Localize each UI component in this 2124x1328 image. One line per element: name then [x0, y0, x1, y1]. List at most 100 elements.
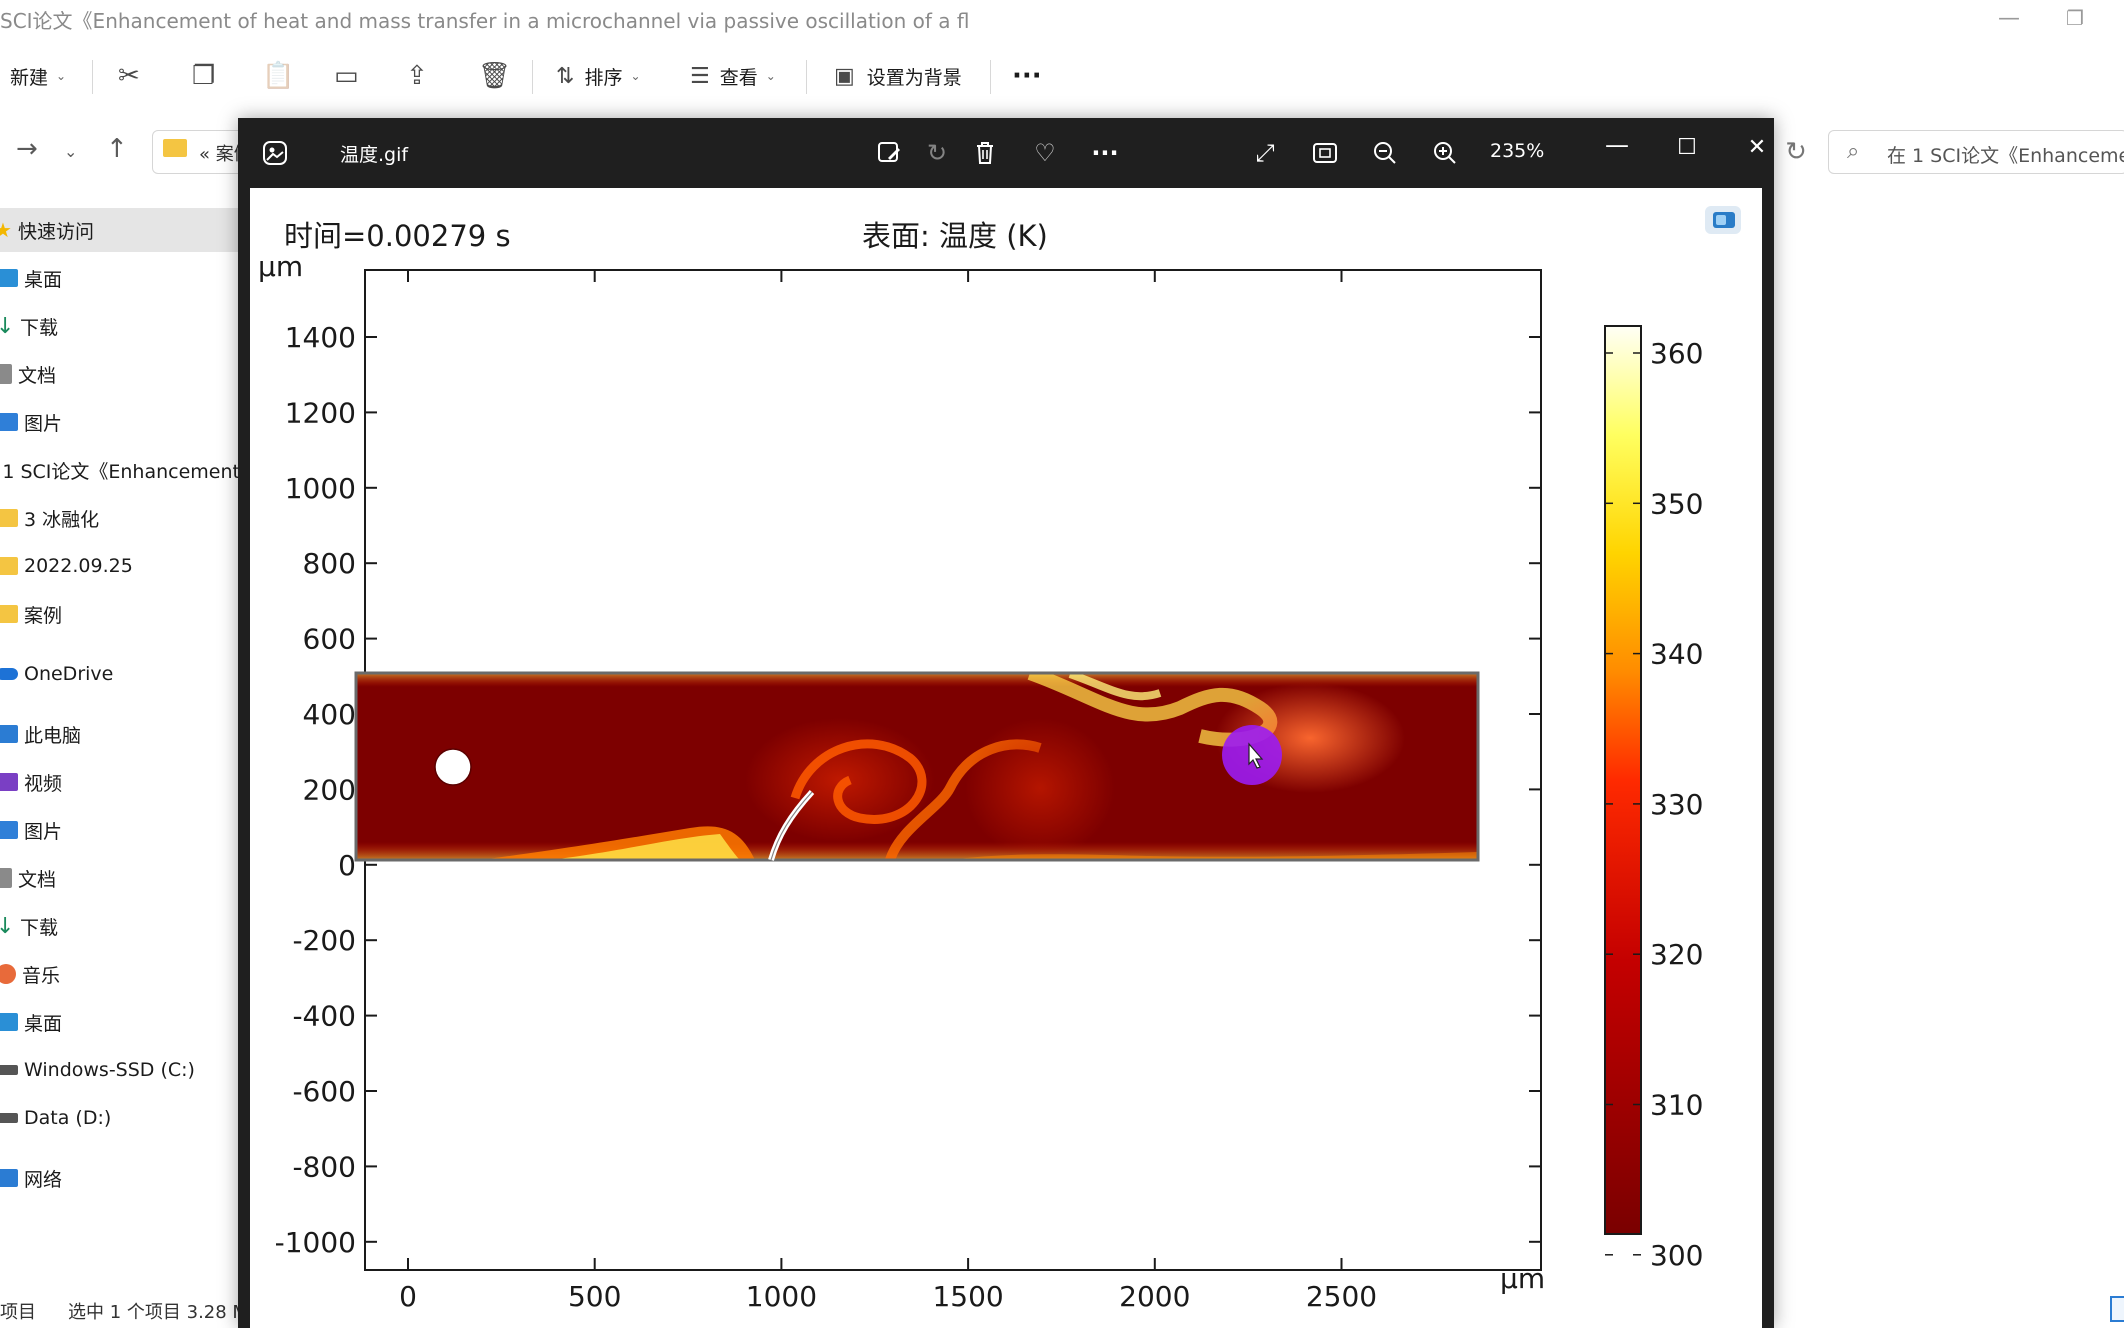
sidebar-item[interactable]: ↓ 下载	[0, 304, 240, 348]
sidebar-item[interactable]: ↓ 下载	[0, 904, 240, 948]
colorbar-tick-label: 350	[1650, 487, 1703, 520]
colorbar-tick-label: 310	[1650, 1089, 1703, 1122]
sidebar-item[interactable]: 2022.09.25	[0, 544, 240, 588]
sidebar-item[interactable]: 文档	[0, 856, 240, 900]
navigation-pane: ★ 快速访问 桌面 ↓ 下载 文档 图片 1 SCI论文《Enhancement 3 冰融化 20…	[0, 200, 240, 1270]
download-icon: ↓	[0, 313, 15, 339]
zoom-out-button[interactable]	[1368, 136, 1402, 170]
forward-arrow-icon[interactable]: →	[16, 134, 38, 164]
wallpaper-icon: ▣	[834, 63, 855, 89]
sidebar-item[interactable]: Windows-SSD (C:)	[0, 1048, 240, 1092]
recent-locations-chevron-icon[interactable]: ⌄	[64, 142, 77, 161]
viewer-minimize-button[interactable]: —	[1600, 128, 1634, 162]
cylinder-obstacle	[434, 748, 472, 786]
sidebar-item[interactable]: 图片	[0, 400, 240, 444]
y-tick-label: -600	[292, 1075, 356, 1108]
sidebar-item[interactable]: 此电脑	[0, 712, 240, 756]
sidebar-item[interactable]: 网络	[0, 1156, 240, 1200]
fit-to-window-button[interactable]	[1308, 136, 1342, 170]
details-view-toggle[interactable]	[2110, 1296, 2124, 1322]
sort-button-label: 排序	[584, 66, 623, 89]
paste-button[interactable]: 📋	[262, 56, 294, 96]
sidebar-item[interactable]: 视频	[0, 760, 240, 804]
expand-icon: ⤢	[1255, 139, 1275, 167]
cut-button[interactable]: ✂	[118, 56, 140, 96]
rename-button[interactable]: ▭	[334, 56, 359, 96]
y-tick-label: -1000	[275, 1226, 356, 1259]
edit-image-button[interactable]	[872, 136, 906, 170]
toolbar-divider	[532, 60, 533, 94]
pictures-icon	[0, 821, 18, 839]
download-icon: ↓	[0, 913, 15, 939]
rotate-button[interactable]: ↻	[920, 136, 954, 170]
sidebar-item-label: 下载	[20, 916, 59, 939]
more-options-button[interactable]: ···	[1012, 56, 1042, 96]
edit-image-icon	[878, 142, 900, 162]
search-input[interactable]: ⌕ 在 1 SCI论文《Enhancement	[1828, 130, 2124, 174]
x-tick-label: 2500	[1306, 1280, 1377, 1313]
y-tick-label: 0	[338, 849, 356, 882]
sidebar-item[interactable]: 图片	[0, 808, 240, 852]
full-screen-button[interactable]: ⤢	[1248, 136, 1282, 170]
explorer-minimize-button[interactable]: —	[1998, 6, 2020, 31]
share-button[interactable]: ⇪	[406, 56, 428, 96]
y-tick-label: -800	[292, 1150, 356, 1183]
sidebar-item-label: 快速访问	[18, 220, 95, 243]
sidebar-item-label: 此电脑	[24, 724, 82, 747]
sidebar-item[interactable]: 桌面	[0, 1000, 240, 1044]
toolbar-divider	[806, 60, 807, 94]
delete-image-button[interactable]	[968, 136, 1002, 170]
viewer-close-button[interactable]: ✕	[1740, 130, 1774, 164]
explorer-restore-button[interactable]: ❐	[2066, 6, 2084, 30]
channel-temperature-field	[356, 673, 1478, 860]
sidebar-item[interactable]: OneDrive	[0, 652, 240, 696]
up-arrow-icon[interactable]: ↑	[106, 134, 128, 164]
y-tick-label: 1200	[285, 396, 356, 429]
video-icon	[0, 773, 18, 791]
copy-button[interactable]: ❐	[192, 56, 215, 96]
sidebar-item-label: 桌面	[24, 268, 63, 291]
sidebar-item[interactable]: ★ 快速访问	[0, 208, 240, 252]
x-tick-label: 1500	[932, 1280, 1003, 1313]
sidebar-item[interactable]: 3 冰融化	[0, 496, 240, 540]
explorer-command-bar: 新建 ⌄ ✂ ❐ 📋 ▭ ⇪ 🗑 ⇅ 排序 ⌄ ☰ 查看 ⌄ ▣ 设置为背景 ·…	[0, 48, 2124, 104]
more-button[interactable]: ···	[1088, 136, 1122, 170]
desktop-icon	[0, 1013, 18, 1031]
vortex-1	[745, 718, 935, 842]
trash-icon: 🗑	[478, 61, 512, 91]
refresh-button[interactable]: ↻	[1776, 130, 1816, 174]
favorite-button[interactable]: ♡	[1028, 136, 1062, 170]
temperature-plot-image: 时间=0.00279 s 表面: 温度 (K) µm µm 1400 1200 10…	[258, 206, 1741, 1313]
document-icon	[0, 364, 12, 384]
view-button[interactable]: ☰ 查看 ⌄	[690, 56, 776, 96]
sidebar-item[interactable]: 音乐	[0, 952, 240, 996]
x-tick-label: 1000	[746, 1280, 817, 1313]
status-bar: 项目 选中 1 个项目 3.28 M	[0, 1296, 248, 1324]
sidebar-item[interactable]: 案例	[0, 592, 240, 636]
sort-button[interactable]: ⇅ 排序 ⌄	[556, 56, 641, 96]
colorbar-tick-label: 330	[1650, 788, 1703, 821]
trash-icon	[977, 142, 993, 164]
desktop-icon	[0, 269, 18, 287]
vortex-2	[965, 718, 1115, 858]
sidebar-item-label: 2022.09.25	[24, 555, 133, 577]
scissors-icon: ✂	[118, 61, 140, 91]
new-button[interactable]: 新建 ⌄	[10, 56, 66, 96]
new-button-label: 新建	[10, 66, 49, 89]
zoom-in-button[interactable]	[1428, 136, 1462, 170]
image-canvas: 时间=0.00279 s 表面: 温度 (K) µm µm 1400 1200 10…	[250, 188, 1762, 1328]
x-tick-label: 0	[399, 1280, 417, 1313]
viewer-toolbar: 温度.gif ↻ ♡ ··· ⤢ 235% — ☐ ✕	[238, 118, 1774, 188]
viewer-maximize-button[interactable]: ☐	[1670, 130, 1704, 164]
set-as-background-button[interactable]: ▣ 设置为背景	[834, 56, 962, 96]
sidebar-item-label: 文档	[18, 364, 57, 387]
sidebar-item[interactable]: 桌面	[0, 256, 240, 300]
viewer-frame-left	[238, 188, 250, 1328]
delete-button[interactable]: 🗑	[478, 56, 511, 96]
zoom-level[interactable]: 235%	[1490, 140, 1544, 162]
sidebar-item[interactable]: Data (D:)	[0, 1096, 240, 1140]
sidebar-item[interactable]: 1 SCI论文《Enhancement	[0, 448, 240, 492]
toolbar-divider	[92, 60, 93, 94]
pc-icon	[0, 725, 18, 743]
sidebar-item[interactable]: 文档	[0, 352, 240, 396]
